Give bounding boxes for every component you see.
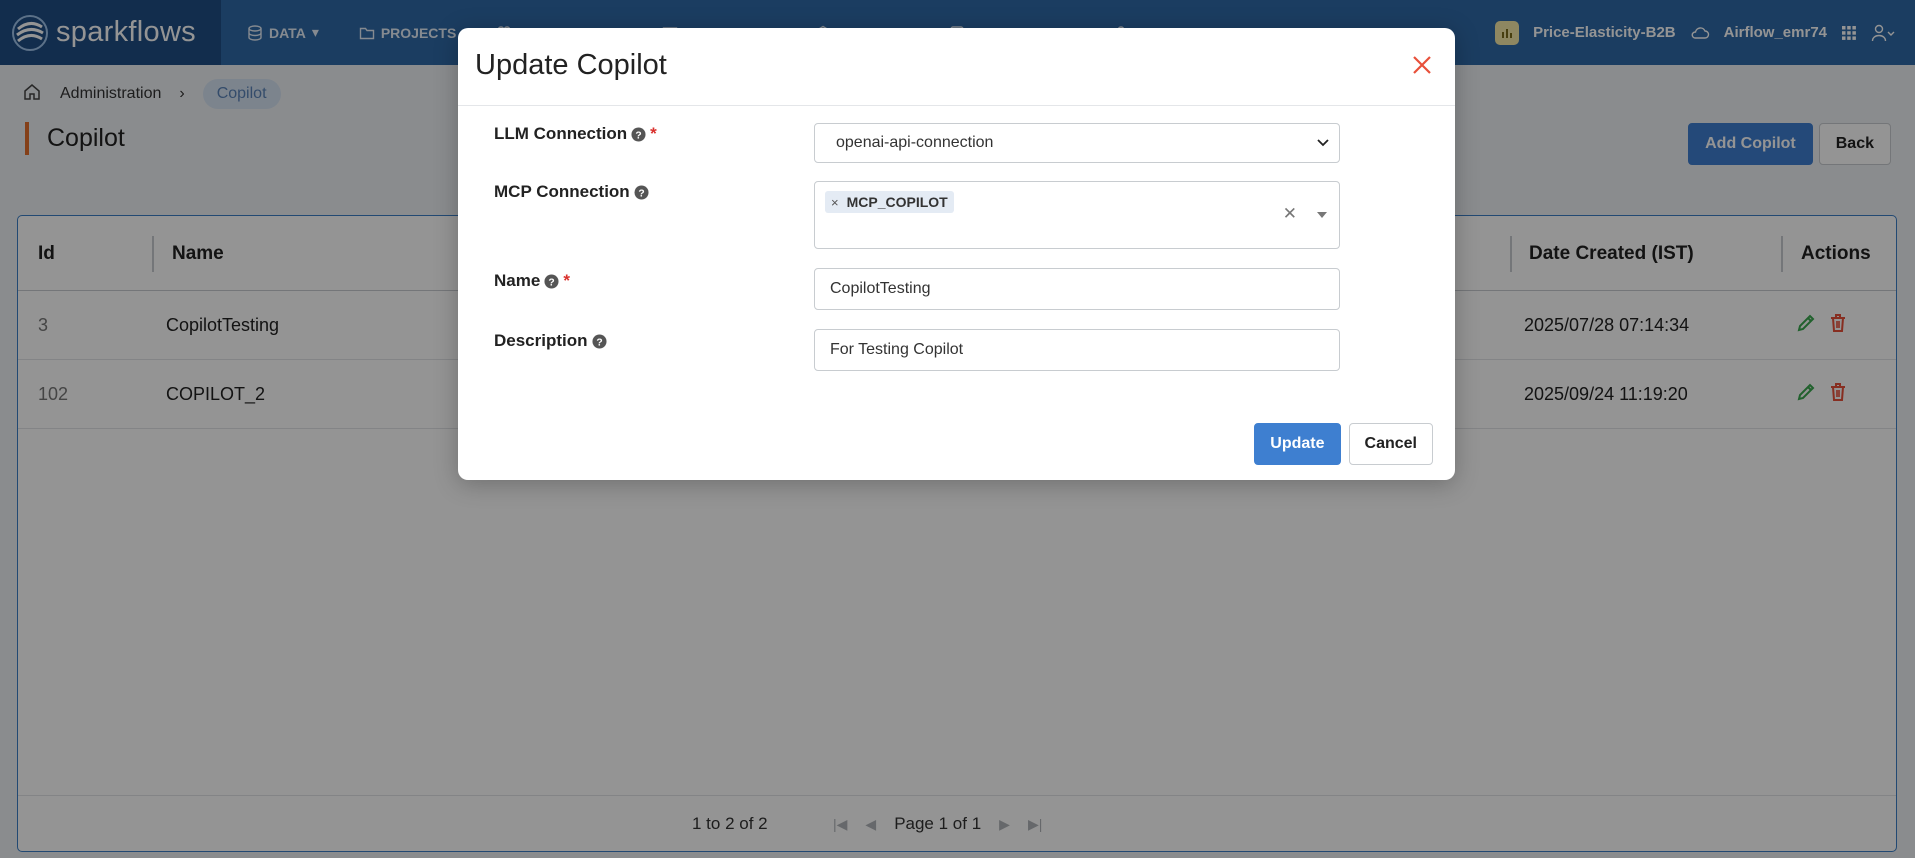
llm-connection-label: LLM Connection ? * <box>494 124 657 144</box>
required-marker: * <box>650 124 657 143</box>
clear-selection-icon[interactable]: ✕ <box>1283 204 1297 224</box>
help-icon[interactable]: ? <box>544 273 559 289</box>
description-field-value: For Testing Copilot <box>830 341 964 358</box>
mcp-connection-label-text: MCP Connection <box>494 182 630 201</box>
dialog-actions: Update Cancel <box>1254 423 1433 465</box>
svg-text:?: ? <box>549 277 555 288</box>
chevron-down-icon <box>1317 139 1329 147</box>
update-button[interactable]: Update <box>1254 423 1341 465</box>
close-icon[interactable] <box>1407 50 1437 80</box>
description-field[interactable]: For Testing Copilot <box>814 329 1340 371</box>
svg-text:?: ? <box>636 130 642 141</box>
name-field[interactable]: CopilotTesting <box>814 268 1340 310</box>
help-icon[interactable]: ? <box>634 184 649 200</box>
svg-text:?: ? <box>596 337 602 348</box>
svg-text:?: ? <box>638 188 644 199</box>
dialog-title: Update Copilot <box>475 49 667 81</box>
caret-down-icon[interactable] <box>1317 205 1327 223</box>
llm-connection-label-text: LLM Connection <box>494 124 628 143</box>
required-marker: * <box>563 271 570 290</box>
description-label-text: Description <box>494 331 588 350</box>
mcp-connection-chip: × MCP_COPILOT <box>825 191 954 213</box>
llm-connection-value: openai-api-connection <box>836 134 994 151</box>
llm-connection-select[interactable]: openai-api-connection <box>814 123 1340 163</box>
dialog-header: Update Copilot <box>458 28 1455 106</box>
mcp-connection-multiselect[interactable]: × MCP_COPILOT ✕ <box>814 181 1340 249</box>
chip-label: MCP_COPILOT <box>846 194 948 210</box>
name-label: Name ? * <box>494 271 570 291</box>
help-icon[interactable]: ? <box>592 333 607 349</box>
name-field-value: CopilotTesting <box>830 280 931 297</box>
description-label: Description ? <box>494 331 607 351</box>
chip-remove-icon[interactable]: × <box>831 195 839 210</box>
mcp-connection-label: MCP Connection ? <box>494 182 649 202</box>
cancel-button[interactable]: Cancel <box>1348 423 1433 465</box>
help-icon[interactable]: ? <box>631 126 646 142</box>
update-copilot-dialog: Update Copilot LLM Connection ? * openai… <box>458 28 1455 480</box>
name-label-text: Name <box>494 271 541 290</box>
